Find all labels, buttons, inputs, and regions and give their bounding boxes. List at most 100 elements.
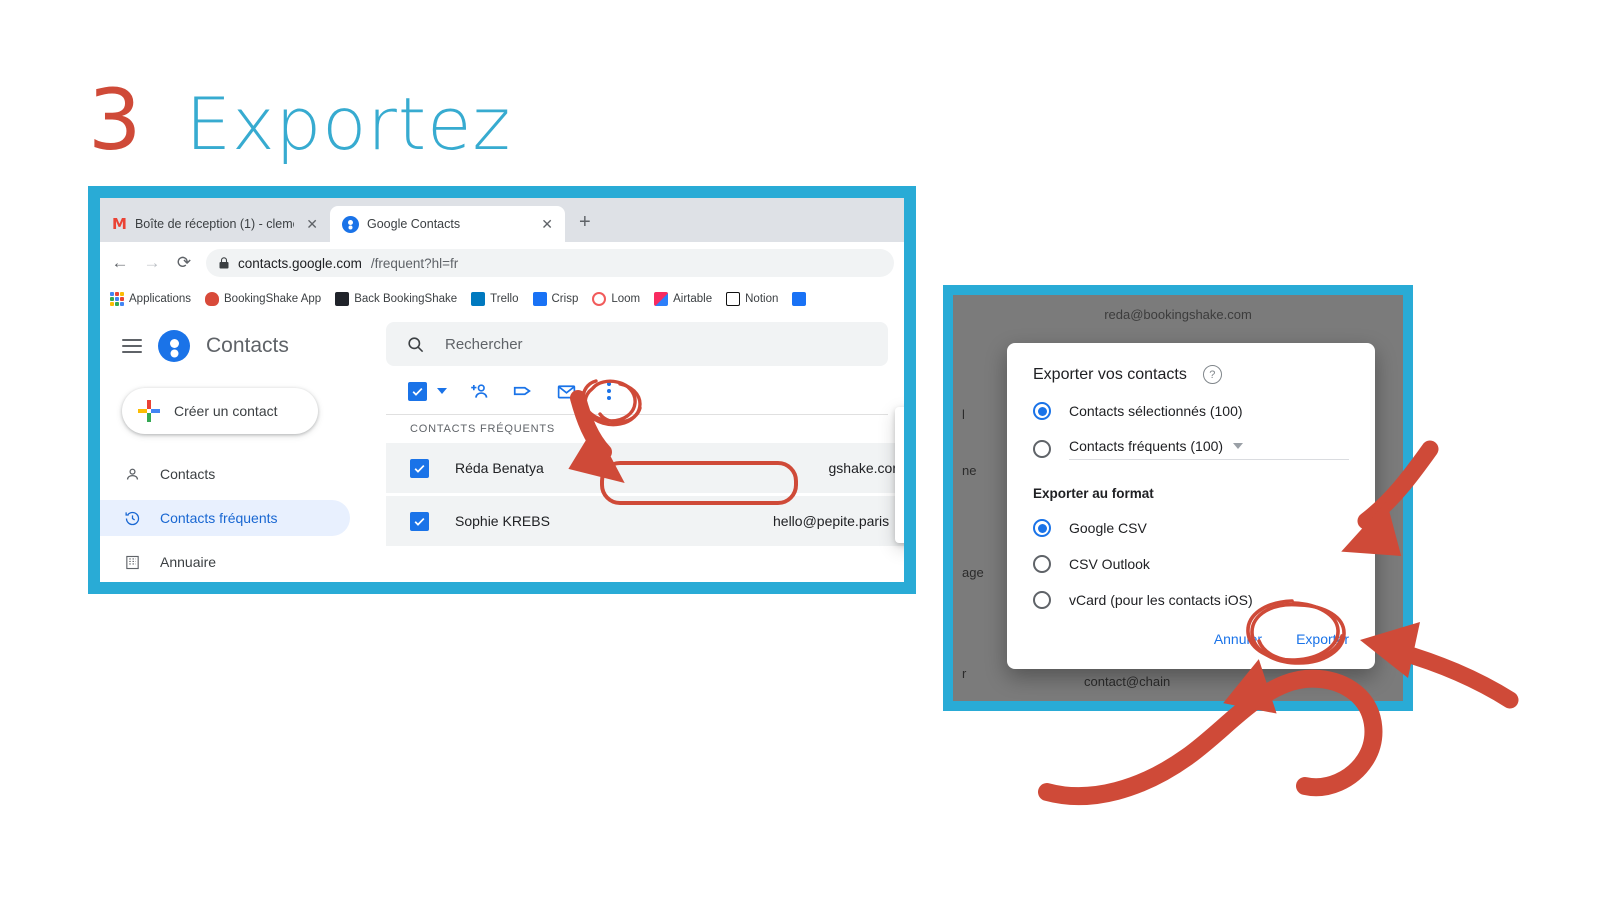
building-icon — [122, 554, 142, 571]
trello-icon — [471, 292, 486, 306]
select-all-checkbox[interactable] — [408, 381, 427, 401]
bookmark-partial-icon — [792, 292, 807, 306]
selection-toolbar — [386, 366, 904, 414]
back-icon[interactable]: ← — [110, 253, 130, 273]
bookmark-loom[interactable]: Loom — [592, 292, 640, 306]
close-icon[interactable]: ✕ — [541, 216, 553, 233]
app-header: Contacts — [100, 318, 386, 374]
create-contact-label: Créer un contact — [174, 403, 278, 419]
format-option-csv-outlook[interactable]: CSV Outlook — [1033, 555, 1349, 573]
radio-icon[interactable] — [1033, 591, 1051, 609]
radio-icon[interactable] — [1033, 402, 1051, 420]
forward-icon[interactable]: → — [142, 253, 162, 273]
background-contact-email: contact@chain — [1084, 674, 1171, 689]
bookmark-applications[interactable]: Applications — [110, 292, 191, 306]
react-icon — [335, 292, 350, 306]
cancel-button[interactable]: Annuler — [1214, 631, 1262, 647]
step-title: Exportez — [185, 82, 512, 166]
dialog-backdrop: reda@bookingshake.com l ne age r contact… — [953, 295, 1403, 701]
bookmark-label: Back BookingShake — [354, 293, 458, 305]
background-text-fragment: age — [962, 565, 984, 580]
bookmark-label: Trello — [490, 293, 519, 305]
sidebar-item-contacts-frequents[interactable]: Contacts fréquents — [100, 500, 350, 536]
bookmark-label: BookingShake App — [224, 293, 322, 305]
url-path: /frequent?hl=fr — [370, 255, 459, 271]
more-options-menu: Imprimer Exporter — [895, 407, 904, 543]
menu-hamburger-icon[interactable] — [122, 339, 142, 353]
format-option-label: vCard (pour les contacts iOS) — [1069, 592, 1253, 608]
bookingshake-icon — [205, 292, 220, 306]
contact-email: gshake.com — [828, 460, 904, 476]
address-bar[interactable]: contacts.google.com/frequent?hl=fr — [206, 249, 894, 277]
help-icon[interactable]: ? — [1202, 365, 1222, 384]
bookmark-label: Loom — [611, 293, 641, 305]
dialog-header: Exporter vos contacts ? — [1033, 365, 1349, 384]
loom-icon — [592, 292, 607, 306]
radio-icon[interactable] — [1033, 519, 1051, 537]
scope-option-label: Contacts fréquents (100) — [1069, 438, 1224, 454]
email-icon[interactable] — [556, 381, 577, 402]
search-input[interactable]: Rechercher — [445, 336, 523, 353]
menu-item-supprimer[interactable]: Supprimer — [895, 495, 904, 535]
browser-tab-gmail[interactable]: M Boîte de réception (1) - clemen ✕ — [100, 206, 330, 242]
google-contacts-logo-icon — [158, 330, 190, 362]
arrow-right-shaft — [1391, 643, 1519, 709]
radio-icon[interactable] — [1033, 440, 1051, 458]
dropdown-caret-icon[interactable] — [437, 388, 447, 394]
browser-tab-google-contacts[interactable]: Google Contacts ✕ — [330, 206, 565, 242]
more-options-icon[interactable] — [607, 382, 611, 400]
bookmark-overflow[interactable] — [792, 292, 807, 306]
scope-option-selected-contacts[interactable]: Contacts sélectionnés (100) — [1033, 402, 1349, 420]
google-contacts-icon — [342, 215, 359, 233]
create-contact-button[interactable]: Créer un contact — [122, 388, 318, 434]
omnibar: ← → ⟳ contacts.google.com/frequent?hl=fr — [100, 242, 904, 284]
bookmark-crisp[interactable]: Crisp — [532, 292, 578, 306]
frequent-contacts-dropdown[interactable]: Contacts fréquents (100) — [1069, 438, 1349, 460]
reload-icon[interactable]: ⟳ — [174, 253, 194, 273]
contact-name: Réda Benatya — [455, 460, 544, 476]
format-option-vcard[interactable]: vCard (pour les contacts iOS) — [1033, 591, 1349, 609]
tab-label: Boîte de réception (1) - clemen — [134, 217, 295, 231]
row-checkbox[interactable] — [410, 458, 429, 478]
format-option-google-csv[interactable]: Google CSV — [1033, 519, 1349, 537]
search-bar[interactable]: Rechercher — [386, 322, 888, 366]
menu-item-exporter[interactable]: Exporter — [895, 455, 904, 495]
row-checkbox[interactable] — [410, 511, 429, 531]
tab-strip: M Boîte de réception (1) - clemen ✕ Goog… — [100, 198, 904, 242]
page-root: 3 Exportez M Boîte de réception (1) - cl… — [0, 0, 1600, 900]
dialog-title: Exporter vos contacts — [1033, 365, 1187, 383]
sidebar-item-annuaire[interactable]: Annuaire — [100, 544, 350, 580]
sidebar-item-contacts[interactable]: Contacts — [100, 456, 350, 492]
export-button[interactable]: Exporter — [1296, 631, 1349, 647]
scope-option-frequent-contacts[interactable]: Contacts fréquents (100) — [1033, 438, 1349, 460]
bookmark-notion[interactable]: Notion — [726, 292, 778, 306]
contact-email: hello@pepite.paris — [773, 513, 890, 529]
bookmark-bookingshake-app[interactable]: BookingShake App — [205, 292, 321, 306]
radio-icon[interactable] — [1033, 555, 1051, 573]
label-tag-icon[interactable] — [512, 380, 534, 402]
sidebar-item-label: Annuaire — [160, 554, 217, 570]
sidebar-item-label: Contacts — [160, 466, 216, 482]
close-icon[interactable]: ✕ — [306, 216, 318, 233]
bookmark-back-bookingshake[interactable]: Back BookingShake — [335, 292, 457, 306]
background-text-fragment: ne — [962, 463, 977, 478]
plus-icon — [138, 400, 160, 422]
bookmark-airtable[interactable]: Airtable — [654, 292, 712, 306]
export-dialog-frame: reda@bookingshake.com l ne age r contact… — [943, 285, 1413, 711]
menu-item-imprimer[interactable]: Imprimer — [895, 415, 904, 455]
contact-name: Sophie KREBS — [455, 513, 550, 529]
section-label: CONTACTS FRÉQUENTS — [386, 414, 888, 443]
scope-option-label: Contacts sélectionnés (100) — [1069, 403, 1243, 419]
chevron-down-icon[interactable] — [1233, 443, 1244, 449]
bookmarks-bar: Applications BookingShake App Back Booki… — [100, 284, 904, 314]
apps-grid-icon — [110, 292, 124, 306]
background-text-fragment: r — [962, 666, 967, 681]
contacts-sidebar: Contacts Créer un contact Contacts Conta… — [100, 314, 386, 582]
bookmark-trello[interactable]: Trello — [471, 292, 519, 306]
airtable-icon — [654, 292, 669, 306]
history-clock-icon — [122, 510, 142, 527]
page-title: 3 Exportez — [88, 78, 511, 162]
dialog-actions: Annuler Exporter — [1214, 631, 1349, 647]
new-tab-button[interactable]: + — [579, 211, 591, 234]
add-person-icon[interactable] — [469, 381, 490, 402]
